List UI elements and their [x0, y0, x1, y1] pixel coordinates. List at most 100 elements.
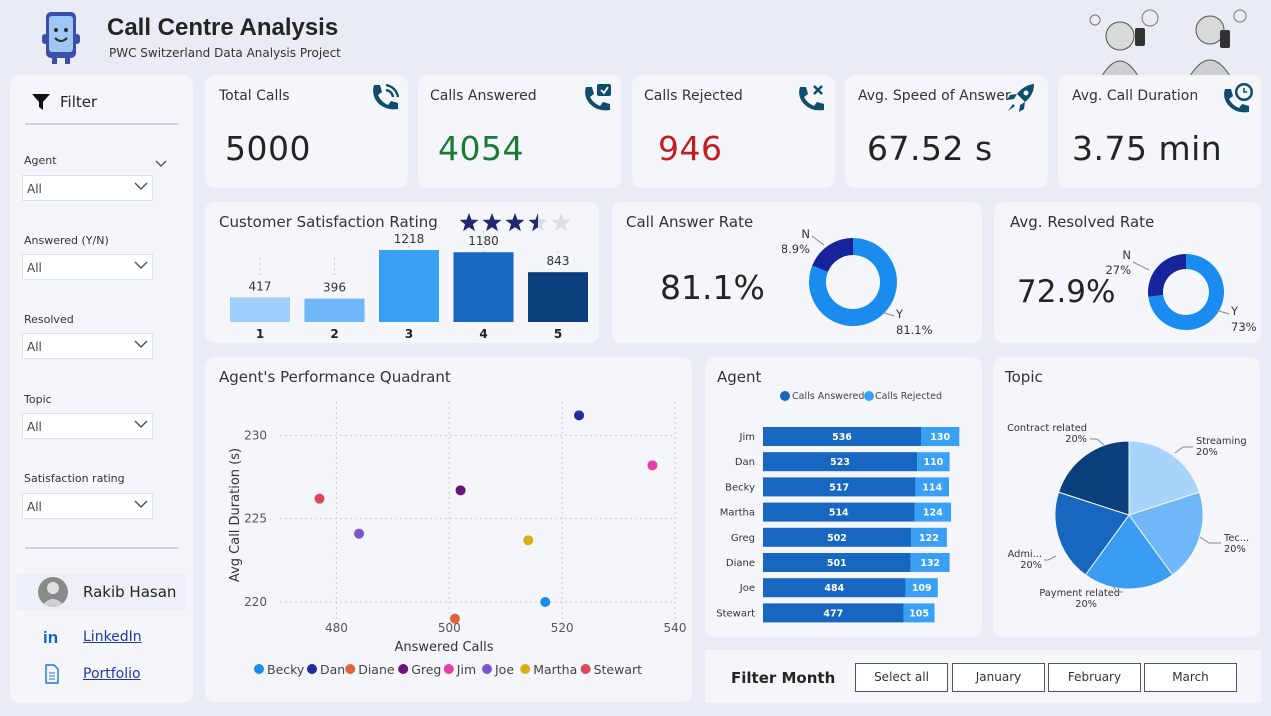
- data-point: [523, 535, 534, 546]
- tick-label: 540: [664, 621, 687, 635]
- tick-label: 220: [244, 595, 267, 609]
- resolved-filter-select[interactable]: All: [22, 333, 153, 359]
- select-value: All: [27, 500, 42, 514]
- linkedin-link[interactable]: LinkedIn: [83, 629, 142, 645]
- legend-marker: [580, 664, 591, 674]
- profile-name: Rakib Hasan: [83, 583, 177, 601]
- chevron-down-icon[interactable]: [155, 153, 167, 172]
- kpi-value: 67.52 s: [867, 129, 993, 168]
- tick-label: 500: [438, 621, 461, 635]
- leader-line: [1174, 446, 1193, 454]
- data-point: [647, 460, 658, 471]
- legend-label: Calls Rejected: [875, 391, 942, 402]
- legend-label: Diane: [358, 662, 395, 677]
- satisfaction-filter-select[interactable]: All: [22, 493, 153, 519]
- category-label: Jim: [739, 432, 755, 443]
- data-label: 843: [547, 254, 570, 268]
- data-label: 122: [919, 533, 939, 544]
- select-value: All: [27, 420, 42, 434]
- kpi-value: 946: [658, 129, 723, 168]
- kpi-calls-rejected: Calls Rejected 946: [632, 75, 835, 188]
- legend-label: Stewart: [594, 662, 643, 677]
- legend-marker: [254, 664, 264, 674]
- rocket-icon: [1004, 81, 1038, 115]
- satisfaction-card: Customer Satisfaction Rating 417 1 396 2 121…: [205, 202, 599, 343]
- donut-slice-n: [1148, 254, 1186, 297]
- data-point: [354, 528, 364, 539]
- data-label: 536: [832, 432, 852, 443]
- month-march-button[interactable]: March: [1144, 663, 1237, 692]
- kpi-label: Calls Answered: [430, 88, 537, 104]
- data-label: 417: [249, 279, 272, 293]
- month-january-button[interactable]: January: [952, 663, 1045, 692]
- topic-pie-chart: Streaming20%Tec...20%Payment related20%A…: [1007, 423, 1249, 610]
- kpi-total-calls: Total Calls 5000: [205, 75, 408, 188]
- answered-filter-select[interactable]: All: [22, 254, 153, 280]
- bar: [453, 252, 514, 322]
- filter-label-agent: Agent: [24, 154, 57, 167]
- chevron-down-icon: [134, 338, 148, 352]
- tick-label: 1: [256, 327, 264, 341]
- slice-value: 18.9%: [782, 242, 810, 256]
- leader-line: [1090, 438, 1105, 446]
- tick-label: 3: [405, 327, 413, 341]
- leader-line: [1044, 555, 1057, 561]
- agent-card: Agent Calls Answered Calls Rejected Jim 536…: [705, 357, 982, 637]
- legend-label: Greg: [411, 662, 441, 677]
- data-label: 114: [922, 482, 942, 493]
- bar: [230, 297, 290, 322]
- legend-marker: [398, 664, 409, 674]
- leader-line: [1132, 261, 1150, 271]
- data-label: 105: [909, 608, 929, 619]
- data-point: [449, 613, 460, 624]
- avatar: [38, 577, 68, 607]
- slice-label: Y: [895, 307, 904, 321]
- tick-label: 480: [325, 621, 348, 635]
- data-label: 1218: [394, 232, 425, 246]
- header-illustration: [1080, 6, 1260, 77]
- portfolio-link[interactable]: Portfolio: [83, 666, 141, 682]
- agent-filter-select[interactable]: All: [22, 175, 153, 201]
- phone-answered-icon: [581, 81, 615, 115]
- chevron-down-icon: [134, 418, 148, 432]
- kpi-value: 4054: [438, 129, 524, 168]
- legend-marker: [345, 664, 356, 674]
- legend-marker: [482, 664, 492, 674]
- slice-value: 81.1%: [896, 323, 933, 337]
- topic-filter-select[interactable]: All: [22, 413, 153, 439]
- donut-slice-n: [812, 238, 853, 272]
- data-label: 501: [827, 558, 847, 569]
- bar: [304, 298, 365, 322]
- data-label: 1180: [468, 234, 499, 248]
- month-february-button[interactable]: February: [1048, 663, 1141, 692]
- answer-rate-card: Call Answer Rate 81.1% N18.9% Y 81.1%: [612, 202, 982, 343]
- slice-label: Y: [1230, 304, 1239, 318]
- data-label: 396: [323, 281, 346, 295]
- data-label: 109: [912, 583, 932, 594]
- filter-title: Filter: [60, 93, 98, 111]
- phone-rejected-icon: [795, 81, 829, 115]
- data-point: [314, 493, 325, 504]
- slice-value: 20%: [1075, 599, 1097, 610]
- tick-label: 230: [244, 428, 267, 442]
- phone-clock-icon: [1221, 81, 1255, 115]
- category-label: Dan: [735, 457, 755, 468]
- kpi-label: Avg. Speed of Answer: [858, 88, 1011, 104]
- kpi-label: Avg. Call Duration: [1072, 88, 1199, 104]
- legend-label: Joe: [494, 662, 514, 677]
- sidebar-filter-panel: Filter Agent All Answered (Y/N) All Reso…: [10, 75, 193, 703]
- month-filter-panel: Filter Month Select all January February…: [705, 650, 1261, 703]
- card-title: Call Answer Rate: [626, 213, 754, 231]
- month-select-all-button[interactable]: Select all: [855, 663, 948, 692]
- agent-bar-chart: Calls Answered Calls Rejected Jim 536 130 Dan…: [716, 391, 960, 623]
- data-label: 124: [923, 508, 943, 519]
- document-icon: [45, 664, 59, 688]
- page-subtitle: PWC Switzerland Data Analysis Project: [109, 46, 341, 60]
- satisfaction-bar-chart: 417 1 396 2 1218 3 1180 4 843 5: [230, 228, 588, 341]
- select-value: All: [27, 182, 42, 196]
- legend-marker: [443, 664, 454, 674]
- chevron-down-icon: [134, 498, 148, 512]
- data-label: 477: [823, 608, 843, 619]
- x-axis-label: Answered Calls: [394, 640, 493, 655]
- data-label: 132: [920, 558, 940, 569]
